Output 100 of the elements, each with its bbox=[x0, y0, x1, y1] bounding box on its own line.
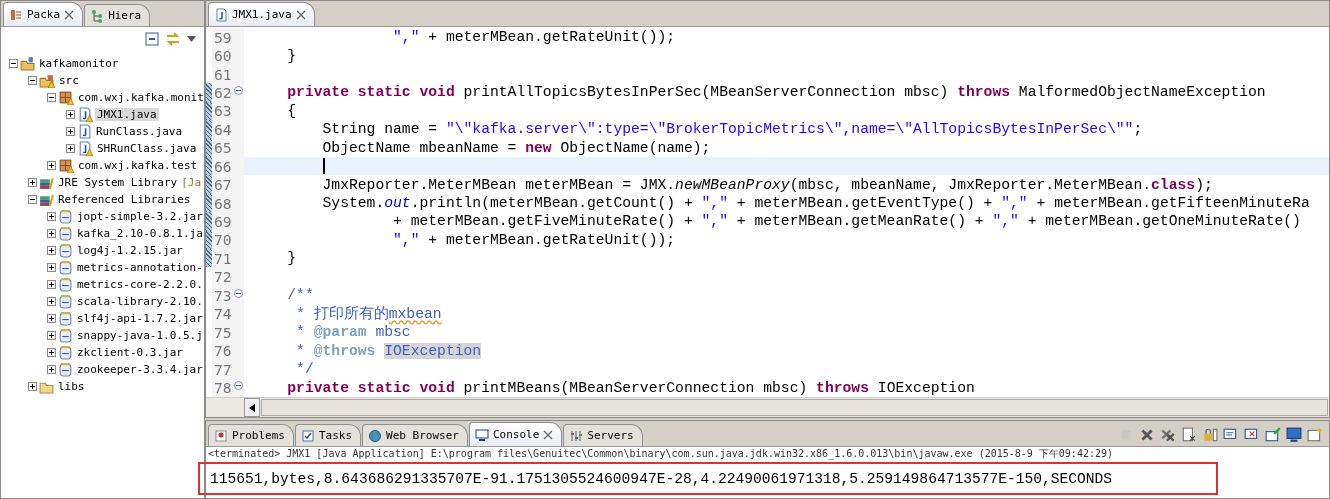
fold-icon[interactable] bbox=[234, 288, 243, 298]
expand-icon[interactable] bbox=[28, 382, 37, 391]
view-tab[interactable]: Hiera bbox=[84, 4, 151, 26]
tree-item[interactable]: metrics-core-2.2.0. bbox=[75, 278, 205, 291]
code-line: */ bbox=[295, 361, 314, 378]
scroll-left-icon[interactable] bbox=[249, 403, 255, 412]
expand-icon[interactable] bbox=[47, 280, 56, 289]
expand-icon[interactable] bbox=[47, 161, 56, 170]
globe-icon bbox=[368, 428, 383, 443]
view-menu-icon[interactable] bbox=[187, 36, 196, 42]
tree-item[interactable]: Referenced Libraries bbox=[56, 193, 193, 206]
view-tab[interactable]: Console bbox=[468, 422, 563, 446]
code-line: * @param mbsc bbox=[295, 324, 411, 341]
close-icon[interactable] bbox=[543, 429, 554, 440]
tree-item[interactable]: JRE System Library bbox=[56, 176, 180, 189]
jar-icon bbox=[58, 260, 73, 275]
view-tab[interactable]: Web Browser bbox=[362, 424, 468, 446]
collapse-all-icon[interactable] bbox=[145, 32, 159, 46]
code-line: { bbox=[286, 102, 297, 119]
problems-icon bbox=[214, 428, 228, 443]
code-line: String name = "\"kafka.server\":type=\"BrokerTopicMetrics\",name=\"AllTopicsBytesInPerSec\""; bbox=[321, 121, 1143, 138]
java-file-icon bbox=[77, 124, 92, 139]
code-line: * @throws IOException bbox=[295, 342, 482, 359]
expand-icon[interactable] bbox=[66, 110, 75, 119]
tree-item[interactable]: libs bbox=[56, 380, 87, 393]
package-icon bbox=[58, 90, 73, 105]
expand-icon[interactable] bbox=[47, 331, 56, 340]
expand-icon[interactable] bbox=[28, 178, 37, 187]
expand-icon[interactable] bbox=[47, 263, 56, 272]
tree-item[interactable]: scala-library-2.10. bbox=[75, 295, 205, 308]
expand-icon[interactable] bbox=[47, 246, 56, 255]
line-number: 60 bbox=[212, 46, 244, 65]
line-number: 77 bbox=[212, 360, 244, 379]
collapse-icon[interactable] bbox=[47, 93, 56, 102]
code-line: private static void printAllTopicsBytesInPerSec(MBeanServerConnection mbsc) throws MalformedObjectNameException bbox=[286, 84, 1266, 101]
tree-item[interactable]: jopt-simple-3.2.jar bbox=[75, 210, 205, 223]
expand-icon[interactable] bbox=[47, 212, 56, 221]
line-number: 64 bbox=[212, 120, 244, 139]
fold-icon[interactable] bbox=[234, 381, 243, 391]
line-number: 71 bbox=[212, 249, 244, 268]
tree-item[interactable]: metrics-annotation- bbox=[75, 261, 205, 274]
expand-icon[interactable] bbox=[47, 229, 56, 238]
scroll-left-button[interactable] bbox=[244, 398, 260, 417]
code-line: "," + meterMBean.getRateUnit()); bbox=[392, 29, 676, 46]
line-number: 62 bbox=[212, 83, 244, 102]
code-line: ObjectName mbeanName = new ObjectName(name); bbox=[321, 139, 711, 156]
jar-icon bbox=[58, 243, 73, 258]
collapse-icon[interactable] bbox=[28, 76, 37, 85]
java-file-icon bbox=[214, 7, 228, 22]
view-tab[interactable]: Servers bbox=[563, 424, 643, 446]
tree-item-decoration: [Ja bbox=[181, 176, 202, 189]
scrollbar-thumb[interactable] bbox=[261, 399, 1328, 416]
console-icon bbox=[474, 427, 489, 442]
code-line: private static void printMBeans(MBeanServerConnection mbsc) throws IOException bbox=[286, 379, 975, 396]
tree-item[interactable]: com.wxj.kafka.test bbox=[76, 159, 200, 172]
expand-icon[interactable] bbox=[47, 365, 56, 374]
line-number: 74 bbox=[212, 304, 244, 324]
tree-item[interactable]: kafka_2.10-0.8.1.ja bbox=[75, 227, 205, 240]
expand-icon[interactable] bbox=[47, 348, 56, 357]
view-tab[interactable]: Problems bbox=[208, 424, 294, 446]
tree-item[interactable]: zookeeper-3.3.4.jar bbox=[75, 363, 205, 376]
code-line: System.out.println(meterMBean.getCount() + "," + meterMBean.getEventType() + "," + meterMBean.getFifteenMinuteRa bbox=[321, 195, 1310, 211]
console-status: <terminated> JMX1 [Java Application] E:\program files\Genuitec\Common\binary\com.sun.java.jdk.win32.x86_1.6.0.013\bin\javaw.exe (2015-8-9 下午09:42:29) bbox=[207, 447, 1114, 460]
tree-item[interactable]: slf4j-api-1.7.2.jar bbox=[75, 312, 205, 325]
expand-icon[interactable] bbox=[66, 144, 75, 153]
expand-icon[interactable] bbox=[47, 297, 56, 306]
tree-item[interactable]: src bbox=[57, 74, 81, 87]
tasks-icon bbox=[301, 428, 315, 443]
collapse-icon[interactable] bbox=[9, 59, 18, 68]
code-line: * 打印所有的mxbean bbox=[295, 304, 442, 324]
library-icon bbox=[39, 192, 54, 207]
code-line: + meterMBean.getFiveMinuteRate() + "," + meterMBean.getMeanRate() + "," + meterMBean.getOneMinuteRate() bbox=[392, 213, 1301, 230]
expand-icon[interactable] bbox=[47, 314, 56, 323]
line-number: 59 bbox=[212, 28, 244, 47]
package-icon bbox=[9, 7, 23, 22]
tree-item[interactable]: kafkamonitor bbox=[37, 57, 121, 70]
tree-item[interactable]: zkclient-0.3.jar bbox=[75, 346, 185, 359]
close-icon[interactable] bbox=[295, 9, 306, 20]
tree-item[interactable]: RunClass.java bbox=[94, 125, 185, 138]
line-number: 72 bbox=[212, 267, 244, 286]
view-tab[interactable]: Tasks bbox=[295, 424, 362, 446]
line-number: 67 bbox=[212, 175, 244, 194]
close-icon[interactable] bbox=[64, 9, 75, 20]
tree-item[interactable]: snappy-java-1.0.5.j bbox=[75, 329, 205, 342]
fold-icon[interactable] bbox=[234, 86, 243, 96]
jar-icon bbox=[58, 277, 73, 292]
tree-item[interactable]: com.wxj.kafka.monit bbox=[76, 91, 206, 104]
collapse-icon[interactable] bbox=[28, 195, 37, 204]
project-icon bbox=[20, 56, 35, 71]
code-line: } bbox=[286, 47, 297, 64]
expand-icon[interactable] bbox=[66, 127, 75, 136]
code-line: /** bbox=[286, 287, 314, 304]
tree-item[interactable]: SHRunClass.java bbox=[95, 142, 199, 155]
view-tab[interactable]: Packa bbox=[3, 2, 84, 26]
servers-icon bbox=[569, 428, 584, 443]
tree-item[interactable]: log4j-1.2.15.jar bbox=[75, 244, 185, 257]
editor-tab[interactable]: JMX1.java bbox=[208, 2, 315, 26]
line-number: 75 bbox=[212, 323, 244, 342]
library-icon bbox=[39, 175, 54, 190]
tree-item[interactable]: JMX1.java bbox=[95, 108, 159, 121]
